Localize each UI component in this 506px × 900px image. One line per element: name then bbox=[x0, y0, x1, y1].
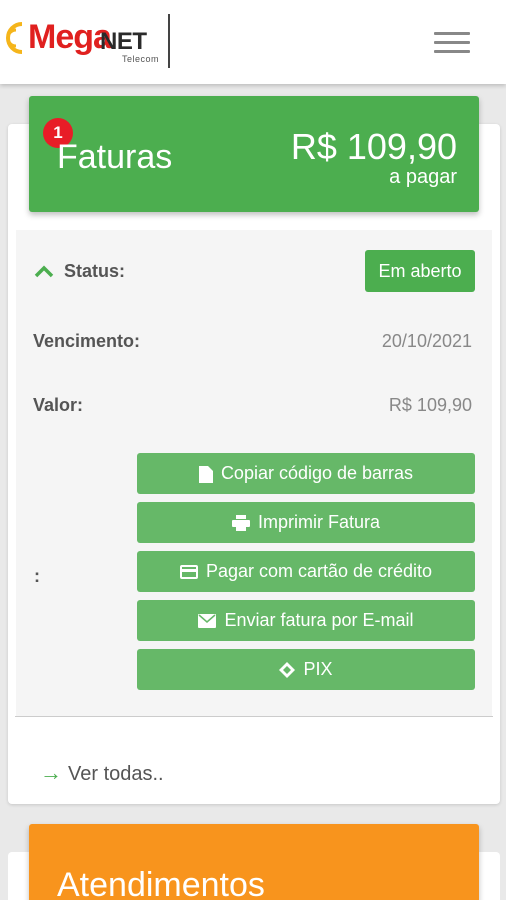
invoice-detail: Status: Em aberto Vencimento: 20/10/2021… bbox=[16, 230, 492, 716]
invoice-actions: Copiar código de barras Imprimir Fatura … bbox=[137, 453, 475, 698]
logo-subtitle: Telecom bbox=[122, 54, 160, 64]
see-all-label: Ver todas.. bbox=[68, 763, 164, 785]
pay-credit-card-label: Pagar com cartão de crédito bbox=[205, 561, 433, 581]
copy-barcode-label: Copiar código de barras bbox=[220, 463, 414, 483]
pix-button[interactable]: PIX bbox=[137, 649, 475, 690]
signal-arc-icon bbox=[6, 22, 23, 54]
status-badge[interactable]: Em aberto bbox=[365, 250, 475, 292]
app-header: Mega NET Telecom bbox=[0, 0, 506, 84]
pix-icon bbox=[279, 662, 296, 679]
faturas-header[interactable]: 1 Faturas R$ 109,90 a pagar bbox=[29, 96, 479, 212]
faturas-title: Faturas bbox=[57, 138, 173, 176]
section-divider bbox=[15, 716, 493, 717]
atendimentos-title: Atendimentos bbox=[57, 866, 265, 900]
document-icon bbox=[198, 465, 213, 483]
print-invoice-button[interactable]: Imprimir Fatura bbox=[137, 502, 475, 543]
email-invoice-label: Enviar fatura por E-mail bbox=[224, 610, 414, 630]
hamburger-menu-icon[interactable] bbox=[434, 32, 470, 54]
value-label: Valor: bbox=[33, 395, 84, 415]
status-label: Status: bbox=[64, 261, 126, 281]
due-date-label: Vencimento: bbox=[33, 331, 141, 351]
value-amount: R$ 109,90 bbox=[388, 395, 472, 415]
print-invoice-label: Imprimir Fatura bbox=[257, 512, 380, 532]
copy-barcode-button[interactable]: Copiar código de barras bbox=[137, 453, 475, 494]
envelope-icon bbox=[198, 614, 217, 629]
arrow-right-icon: → bbox=[40, 760, 62, 785]
due-date-value: 20/10/2021 bbox=[381, 331, 472, 351]
logo-divider bbox=[168, 14, 170, 68]
see-all-link[interactable]: → Ver todas.. bbox=[40, 760, 164, 786]
actions-label: : bbox=[34, 566, 40, 586]
pay-credit-card-button[interactable]: Pagar com cartão de crédito bbox=[137, 551, 475, 592]
email-invoice-button[interactable]: Enviar fatura por E-mail bbox=[137, 600, 475, 641]
chevron-up-icon[interactable] bbox=[34, 264, 54, 278]
logo-mega-text: Mega bbox=[28, 18, 112, 56]
amount-caption: a pagar bbox=[389, 166, 457, 188]
printer-icon bbox=[231, 515, 250, 532]
pix-label: PIX bbox=[303, 659, 333, 679]
amount-due: R$ 109,90 bbox=[290, 126, 457, 167]
credit-card-icon bbox=[179, 565, 198, 580]
atendimentos-header[interactable]: Atendimentos bbox=[29, 824, 479, 900]
logo-net-text: NET bbox=[100, 28, 147, 55]
meganet-logo[interactable]: Mega NET Telecom bbox=[4, 12, 174, 68]
